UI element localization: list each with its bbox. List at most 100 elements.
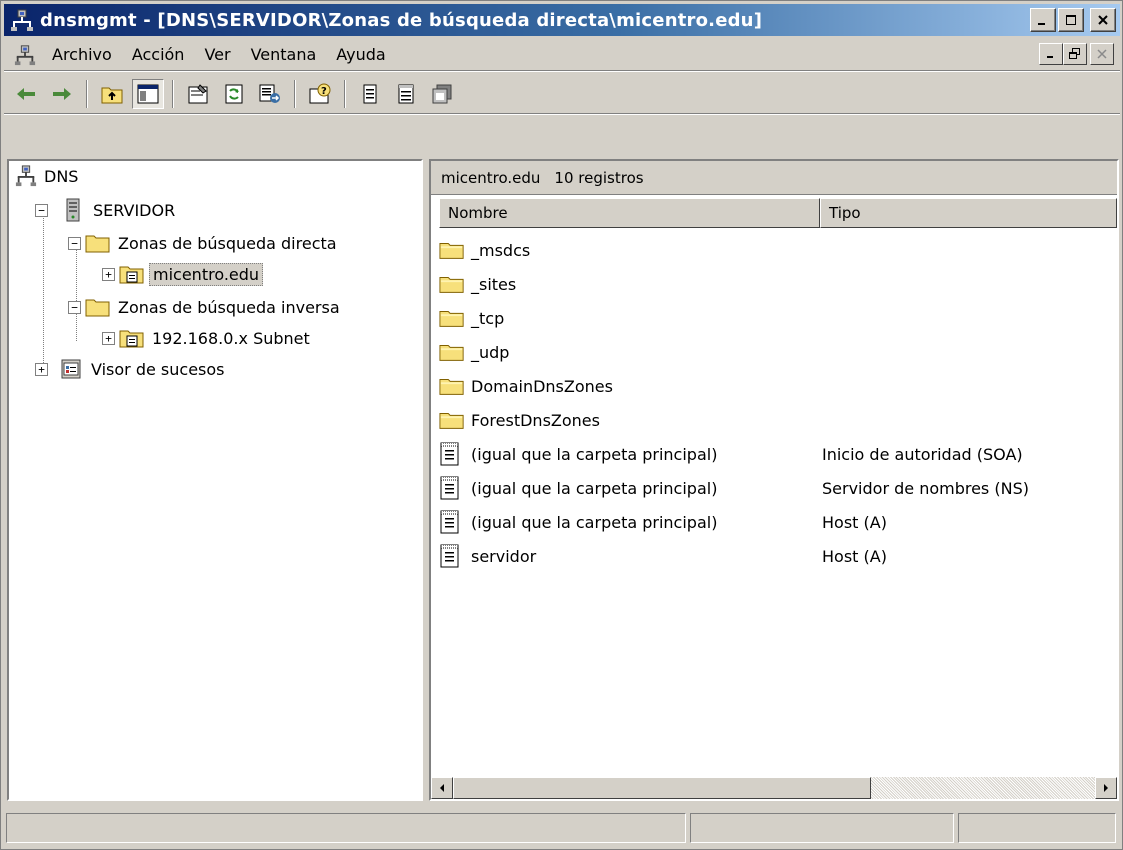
record-type: Servidor de nombres (NS) bbox=[822, 478, 1029, 498]
folder-icon bbox=[85, 299, 110, 317]
show-list-button[interactable] bbox=[354, 79, 386, 109]
column-header-nombre[interactable]: Nombre bbox=[439, 198, 820, 228]
toolbar: ? bbox=[4, 74, 1120, 114]
maximize-icon bbox=[1066, 15, 1076, 25]
export-list-button[interactable] bbox=[254, 79, 286, 109]
status-panel-3 bbox=[958, 813, 1116, 843]
record-icon-wrap bbox=[439, 442, 465, 466]
window-title: dnsmgmt - [DNS\SERVIDOR\Zonas de búsqued… bbox=[40, 9, 763, 31]
record-row[interactable]: _tcp bbox=[439, 301, 504, 335]
minimize-icon bbox=[1038, 23, 1045, 25]
menu-ventana[interactable]: Ventana bbox=[241, 43, 327, 66]
menu-accion[interactable]: Acción bbox=[122, 43, 195, 66]
server-icon bbox=[66, 198, 80, 222]
tree-node-dns[interactable]: DNS bbox=[15, 163, 81, 189]
record-row[interactable]: _udp bbox=[439, 335, 509, 369]
menu-archivo[interactable]: Archivo bbox=[42, 43, 122, 66]
dns-record-icon bbox=[440, 510, 459, 534]
properties-button[interactable] bbox=[182, 79, 214, 109]
status-bar bbox=[4, 811, 1120, 847]
record-name: (igual que la carpeta principal) bbox=[471, 444, 718, 464]
expand-toggle[interactable]: + bbox=[102, 331, 115, 345]
tree-node-reverse-zones[interactable]: − Zonas de búsqueda inversa bbox=[68, 294, 343, 320]
record-name: (igual que la carpeta principal) bbox=[471, 478, 718, 498]
show-detail-button[interactable] bbox=[390, 79, 422, 109]
expand-toggle[interactable]: + bbox=[102, 267, 115, 281]
zone-name: micentro.edu bbox=[441, 168, 541, 187]
up-one-level-button[interactable] bbox=[96, 79, 128, 109]
detail-view-icon bbox=[398, 84, 414, 103]
tree-node-forward-zones[interactable]: − Zonas de búsqueda directa bbox=[68, 230, 340, 256]
minimize-button[interactable] bbox=[1030, 8, 1056, 32]
zone-icon bbox=[119, 266, 144, 284]
help-icon: ? bbox=[309, 83, 331, 103]
folder-icon-wrap bbox=[439, 374, 465, 398]
record-row[interactable]: (igual que la carpeta principal) Host (A) bbox=[439, 505, 887, 539]
new-window-icon bbox=[432, 84, 452, 103]
scroll-thumb[interactable] bbox=[453, 777, 871, 799]
title-bar[interactable]: dnsmgmt - [DNS\SERVIDOR\Zonas de búsqued… bbox=[4, 4, 1120, 36]
show-hide-tree-button[interactable] bbox=[132, 78, 164, 109]
forward-button[interactable] bbox=[46, 79, 78, 109]
mdi-close-button[interactable] bbox=[1090, 43, 1114, 65]
column-header-tipo[interactable]: Tipo bbox=[820, 198, 1117, 228]
mdi-minimize-button[interactable] bbox=[1039, 43, 1063, 65]
mdi-restore-button[interactable] bbox=[1063, 43, 1087, 65]
tree-label: SERVIDOR bbox=[93, 200, 176, 220]
forward-arrow-icon bbox=[53, 87, 71, 100]
restore-icon bbox=[1069, 48, 1080, 59]
tree-node-servidor[interactable]: − SERVIDOR bbox=[35, 197, 178, 223]
menu-ayuda[interactable]: Ayuda bbox=[326, 43, 395, 66]
folder-icon bbox=[439, 243, 464, 259]
refresh-button[interactable] bbox=[218, 79, 250, 109]
console-tree-icon bbox=[137, 84, 159, 103]
record-row[interactable]: DomainDnsZones bbox=[439, 369, 613, 403]
folder-icon-wrap bbox=[439, 340, 465, 364]
minimize-icon bbox=[1047, 56, 1053, 58]
column-label: Tipo bbox=[829, 204, 861, 222]
list-view-icon bbox=[363, 84, 377, 103]
tree-node-event-viewer[interactable]: + Visor de sucesos bbox=[35, 356, 228, 382]
record-icon-wrap bbox=[439, 510, 465, 534]
horizontal-scrollbar[interactable] bbox=[431, 777, 1117, 799]
mdi-document-icon[interactable] bbox=[14, 44, 36, 66]
tree-label: micentro.edu bbox=[149, 262, 264, 286]
collapse-toggle[interactable]: − bbox=[68, 300, 81, 314]
dns-app-icon[interactable] bbox=[10, 8, 34, 32]
record-name: _udp bbox=[471, 342, 510, 362]
toolbar-separator bbox=[86, 79, 88, 108]
record-row[interactable]: servidor Host (A) bbox=[439, 539, 887, 573]
back-button[interactable] bbox=[10, 79, 42, 109]
column-label: Nombre bbox=[448, 204, 508, 222]
tree-label: 192.168.0.x Subnet bbox=[152, 328, 310, 348]
record-row[interactable]: (igual que la carpeta principal) Servidor… bbox=[439, 471, 1029, 505]
up-folder-icon bbox=[101, 87, 123, 103]
expand-toggle[interactable]: + bbox=[35, 362, 48, 376]
help-button[interactable]: ? bbox=[304, 79, 336, 109]
scroll-right-button[interactable] bbox=[1095, 777, 1117, 799]
scroll-left-button[interactable] bbox=[431, 777, 453, 799]
tree-node-subnet[interactable]: + 192.168.0.x Subnet bbox=[102, 325, 313, 351]
collapse-toggle[interactable]: − bbox=[35, 203, 48, 217]
tree-node-micentro[interactable]: + micentro.edu bbox=[102, 261, 264, 287]
new-window-button[interactable] bbox=[426, 79, 458, 109]
record-row[interactable]: ForestDnsZones bbox=[439, 403, 600, 437]
mmc-window: dnsmgmt - [DNS\SERVIDOR\Zonas de búsqued… bbox=[0, 0, 1123, 850]
record-row[interactable]: _sites bbox=[439, 267, 516, 301]
record-row[interactable]: (igual que la carpeta principal) Inicio d… bbox=[439, 437, 1023, 471]
record-name: servidor bbox=[471, 546, 537, 566]
close-button[interactable] bbox=[1090, 8, 1116, 32]
tree-connector bbox=[43, 209, 44, 369]
collapse-toggle[interactable]: − bbox=[68, 236, 81, 250]
close-icon bbox=[1097, 49, 1107, 59]
refresh-icon bbox=[225, 84, 243, 103]
back-arrow-icon bbox=[17, 87, 35, 100]
folder-icon bbox=[439, 379, 464, 395]
maximize-button[interactable] bbox=[1058, 8, 1084, 32]
record-name: _msdcs bbox=[471, 240, 531, 260]
arrow-left-icon bbox=[440, 784, 444, 792]
close-icon bbox=[1098, 15, 1108, 25]
record-row[interactable]: _msdcs bbox=[439, 233, 530, 267]
menu-ver[interactable]: Ver bbox=[194, 43, 240, 66]
status-panel-main bbox=[6, 813, 686, 843]
